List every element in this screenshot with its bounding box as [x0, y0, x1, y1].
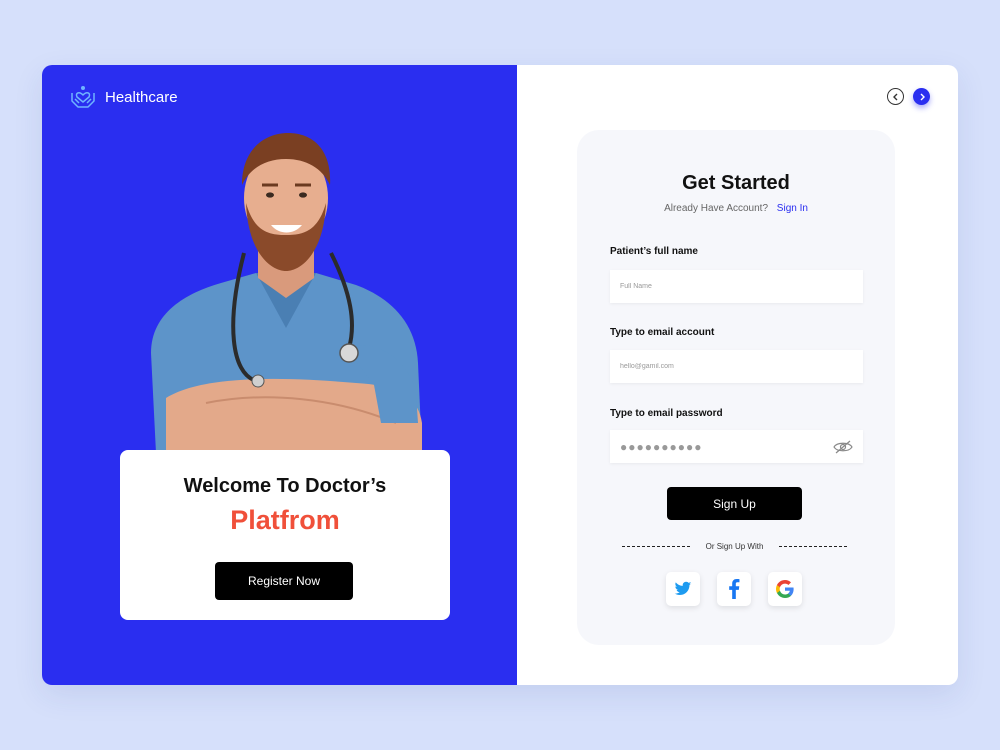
welcome-panel: Healthcare Welcome To Doctor’s Platfrom …	[42, 65, 517, 685]
email-label: Type to email account	[610, 327, 715, 338]
brand[interactable]: Healthcare	[69, 83, 178, 111]
facebook-icon	[729, 579, 740, 599]
healthcare-logo-icon	[71, 86, 95, 108]
or-divider: Or Sign Up With	[622, 542, 847, 551]
next-button[interactable]	[913, 88, 930, 105]
eye-off-icon[interactable]	[833, 440, 853, 454]
sign-up-button[interactable]: Sign Up	[667, 487, 802, 520]
signup-panel: Get Started Already Have Account? Sign I…	[517, 65, 958, 685]
previous-button[interactable]	[887, 88, 904, 105]
signup-form: Get Started Already Have Account? Sign I…	[577, 130, 895, 645]
divider-line-left	[622, 546, 690, 547]
account-prompt-row: Already Have Account? Sign In	[577, 203, 895, 214]
welcome-subheading: Platfrom	[230, 505, 340, 535]
google-icon	[776, 580, 794, 598]
full-name-field[interactable]	[610, 270, 863, 303]
facebook-button[interactable]	[717, 572, 751, 606]
email-field[interactable]	[610, 350, 863, 383]
chevron-left-icon	[892, 93, 897, 100]
or-sign-up-with-text: Or Sign Up With	[705, 542, 764, 551]
password-label: Type to email password	[610, 408, 723, 419]
account-prompt: Already Have Account?	[664, 203, 769, 214]
welcome-card: Welcome To Doctor’s Platfrom Register No…	[120, 450, 450, 620]
divider-line-right	[778, 546, 847, 547]
password-field[interactable]: ●●●●●●●●●●	[610, 430, 863, 463]
chevron-right-icon	[920, 93, 925, 100]
full-name-input[interactable]	[620, 283, 853, 290]
email-input[interactable]	[620, 363, 853, 370]
brand-name: Healthcare	[105, 88, 178, 106]
google-button[interactable]	[768, 572, 802, 606]
full-name-label: Patient’s full name	[610, 246, 698, 257]
doctor-photo	[151, 133, 422, 453]
password-value[interactable]: ●●●●●●●●●●	[620, 440, 833, 454]
twitter-button[interactable]	[666, 572, 700, 606]
signup-card: Healthcare Welcome To Doctor’s Platfrom …	[42, 65, 958, 685]
sign-in-link[interactable]: Sign In	[777, 203, 808, 214]
form-title: Get Started	[682, 172, 790, 194]
twitter-icon	[674, 581, 692, 595]
welcome-heading: Welcome To Doctor’s	[183, 475, 387, 497]
register-now-button[interactable]: Register Now	[215, 562, 353, 600]
